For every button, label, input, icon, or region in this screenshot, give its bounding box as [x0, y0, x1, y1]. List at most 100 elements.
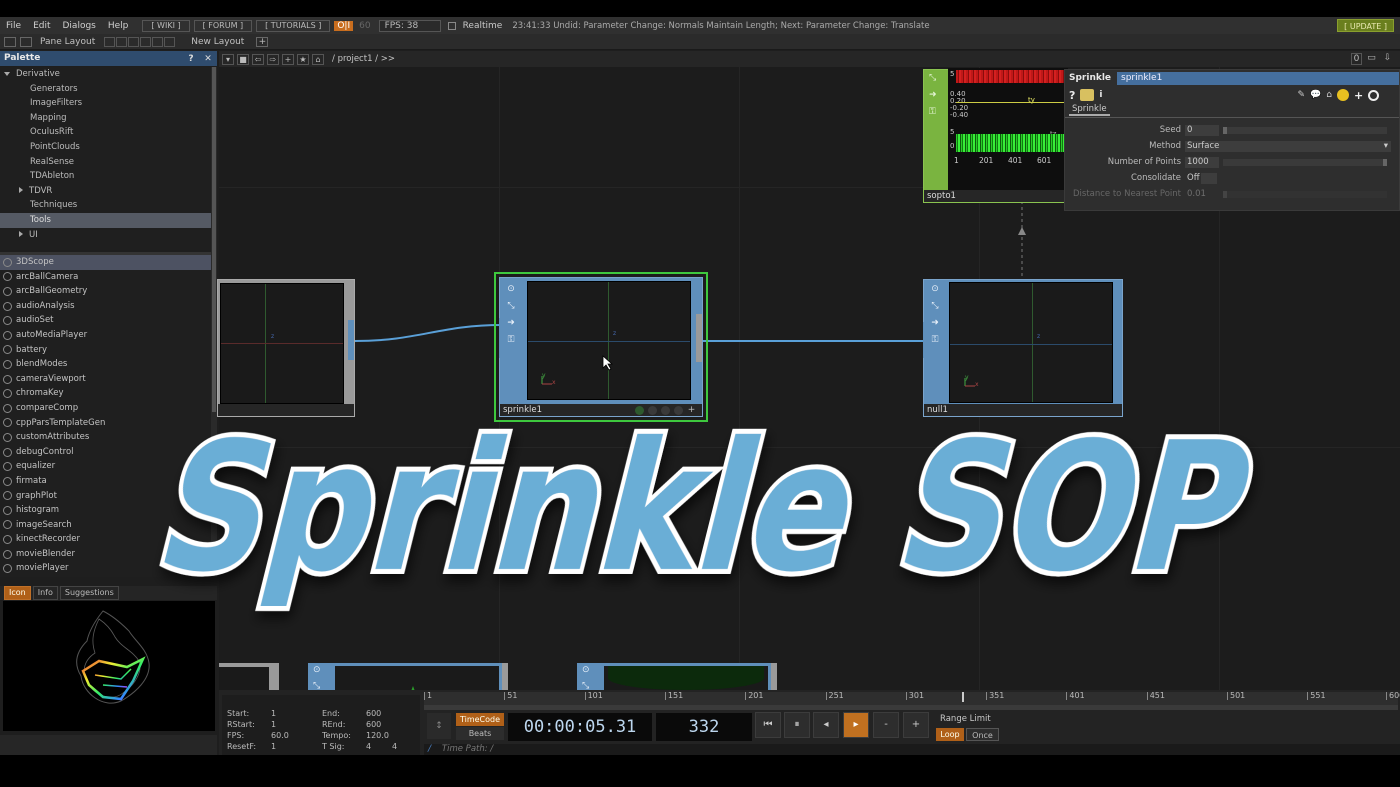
network-panel-icon[interactable]: ▭ [1366, 53, 1377, 65]
forum-button[interactable]: [ FORUM ] [193, 19, 253, 32]
palette-tree-item[interactable]: UI [0, 228, 211, 243]
viewer-toggle-icon[interactable]: ⊙ [582, 665, 590, 675]
menu-dialogs[interactable]: Dialogs [57, 21, 102, 31]
end-value[interactable]: 600 [366, 709, 381, 718]
op-name-field[interactable]: sprinkle1 [1117, 71, 1399, 85]
layout-split-v-icon[interactable] [128, 36, 140, 47]
layout-icon[interactable] [4, 36, 16, 47]
palette-component-item[interactable]: 3DScope [0, 255, 211, 270]
python-help-icon[interactable] [1080, 89, 1095, 101]
method-dropdown[interactable]: Surface ▾ [1185, 140, 1391, 152]
palette-tree-item[interactable]: RealSense [0, 155, 211, 170]
resetf-value[interactable]: 1 [271, 742, 276, 751]
menu-file[interactable]: File [0, 21, 27, 31]
help-icon[interactable]: ? [1069, 89, 1075, 102]
time-scroll-icon[interactable]: ↕ [427, 713, 451, 739]
layout-grid-icon[interactable] [164, 36, 176, 47]
expression-icon[interactable] [1336, 89, 1349, 101]
wiki-button[interactable]: [ WIKI ] [142, 19, 190, 32]
input-connector[interactable] [923, 322, 929, 358]
layout-quad-icon[interactable] [152, 36, 164, 47]
seed-slider[interactable] [1223, 126, 1387, 134]
viewer-toggle-icon[interactable]: ⊙ [929, 283, 941, 295]
sopto-chop-node[interactable]: ⤡ ➜ ⚿ 5 0.40 0.20 -0.20 -0.40 ty 5 0 tz … [923, 68, 1068, 203]
number-of-points-slider[interactable] [1223, 158, 1387, 166]
palette-help-button[interactable]: ? [184, 52, 198, 65]
expand-right-icon[interactable] [19, 230, 23, 237]
bypass-icon[interactable]: ⤡ [929, 73, 936, 83]
tempo-value[interactable]: 120.0 [366, 731, 389, 740]
menu-edit[interactable]: Edit [27, 21, 56, 31]
palette-tree-item[interactable]: Techniques [0, 198, 211, 213]
palette-close-button[interactable]: ✕ [201, 52, 215, 65]
timeline-range-bar[interactable] [424, 705, 1398, 710]
palette-component-item[interactable]: audioSet [0, 313, 211, 328]
stop-icon[interactable]: ■ [237, 53, 249, 65]
add-layout-icon[interactable]: + [256, 36, 269, 47]
viewer-toggle-icon[interactable]: ⊙ [313, 665, 321, 675]
palette-tree-item[interactable]: Tools [0, 212, 211, 228]
tab-sprinkle-page[interactable]: Sprinkle [1069, 104, 1110, 116]
output-connector[interactable] [1116, 320, 1122, 360]
network-pin-icon[interactable]: ⇩ [1382, 53, 1393, 65]
comment-icon[interactable]: 💬 [1310, 90, 1321, 100]
palette-tree-item[interactable]: ImageFilters [0, 96, 211, 111]
rewind-button[interactable]: ⏮ [755, 712, 781, 738]
forward-arrow-icon[interactable]: ⇨ [267, 53, 279, 65]
star-icon[interactable]: ★ [297, 53, 309, 65]
menu-help[interactable]: Help [102, 21, 135, 31]
add-parameter-icon[interactable]: + [1354, 89, 1363, 102]
bypass-icon[interactable]: ⤡ [929, 300, 941, 312]
palette-tree-item[interactable]: Generators [0, 82, 211, 97]
timecode-toggle[interactable]: TimeCode [456, 713, 504, 726]
palette-component-item[interactable]: autoMediaPlayer [0, 328, 211, 343]
info-icon[interactable]: i [1099, 90, 1102, 100]
export-icon[interactable] [20, 36, 32, 47]
fps-value[interactable]: 60.0 [271, 731, 289, 740]
seed-field[interactable]: 0 [1185, 124, 1219, 136]
tutorials-button[interactable]: [ TUTORIALS ] [256, 19, 331, 32]
add-icon[interactable]: + [282, 53, 294, 65]
realtime-checkbox[interactable] [447, 21, 456, 30]
frame-display[interactable]: 332 [656, 713, 752, 741]
expand-down-icon[interactable] [4, 72, 10, 76]
beats-toggle[interactable]: Beats [456, 727, 504, 740]
edit-pencil-icon[interactable]: ✎ [1297, 90, 1305, 100]
expand-right-icon[interactable] [19, 186, 23, 193]
palette-tree-item[interactable]: PointClouds [0, 140, 211, 155]
palette-scroll-thumb[interactable] [212, 67, 216, 412]
distance-slider[interactable] [1223, 190, 1387, 198]
palette-component-item[interactable]: arcBallCamera [0, 270, 211, 285]
time-path-label[interactable]: Time Path: / [434, 744, 493, 754]
network-path-breadcrumb[interactable]: / project1 / >> [324, 54, 395, 64]
palette-component-item[interactable]: blendModes [0, 357, 211, 372]
loop-toggle[interactable]: Loop [936, 728, 964, 741]
start-value[interactable]: 1 [271, 709, 276, 718]
network-page-number[interactable]: 0 [1351, 53, 1362, 65]
tag-icon[interactable]: ⌂ [1326, 90, 1332, 100]
layout-split-h-icon[interactable] [116, 36, 128, 47]
target-icon[interactable] [1368, 89, 1380, 101]
layout-triple-icon[interactable] [140, 36, 152, 47]
tsig-value-b[interactable]: 4 [392, 742, 397, 751]
lock-icon[interactable]: ⚿ [929, 334, 941, 346]
play-forward-button[interactable]: ▸ [843, 712, 869, 738]
palette-component-item[interactable]: battery [0, 343, 211, 358]
bypass-icon[interactable]: ⤡ [505, 300, 517, 312]
back-arrow-icon[interactable]: ⇦ [252, 53, 264, 65]
palette-component-item[interactable]: arcBallGeometry [0, 284, 211, 299]
pause-button[interactable]: ⏸ [784, 712, 810, 738]
display-flag-icon[interactable]: ➜ [929, 90, 937, 100]
home-icon[interactable]: ⌂ [312, 53, 324, 65]
input-connector[interactable] [499, 318, 505, 358]
lock-icon[interactable]: ⚿ [505, 334, 517, 346]
layout-single-icon[interactable] [104, 36, 116, 47]
lock-icon[interactable]: ⚿ [929, 107, 936, 117]
palette-component-item[interactable]: audioAnalysis [0, 299, 211, 314]
display-flag-icon[interactable]: ➜ [505, 317, 517, 329]
output-connector[interactable] [348, 320, 354, 360]
viewer-toggle-icon[interactable]: ⊙ [505, 283, 517, 295]
step-forward-button[interactable]: + [903, 712, 929, 738]
rstart-value[interactable]: 1 [271, 720, 276, 729]
step-back-button[interactable]: - [873, 712, 899, 738]
